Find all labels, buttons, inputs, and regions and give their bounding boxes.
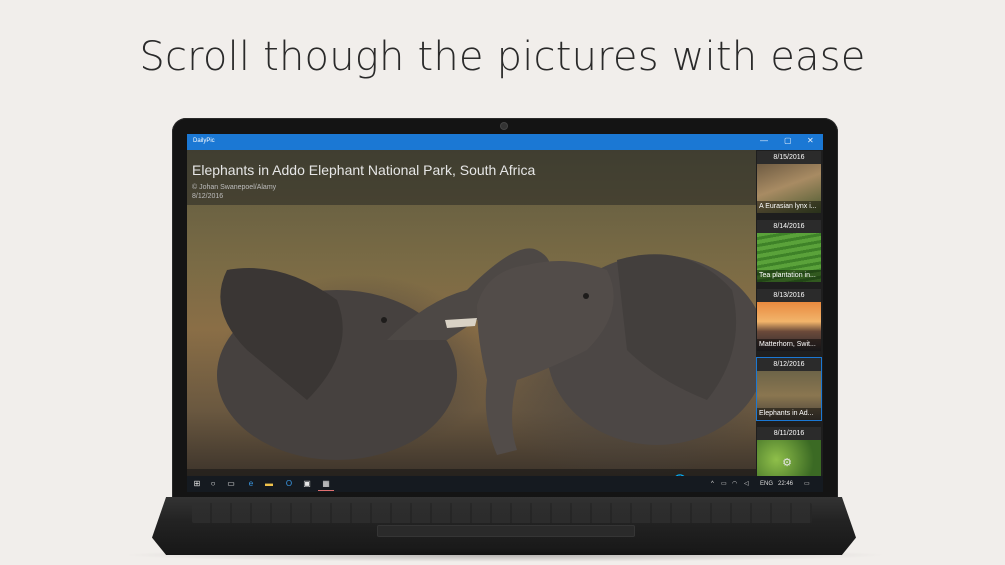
battery-icon[interactable]: ▭ — [721, 478, 727, 490]
history-item-selected[interactable]: 8/12/2016 Elephants in Ad... — [756, 357, 822, 421]
history-item[interactable]: 8/15/2016 A Eurasian lynx i... — [757, 151, 821, 213]
keyboard — [192, 503, 812, 523]
history-caption: Matterhorn, Swit... — [757, 339, 821, 351]
history-strip: 8/15/2016 A Eurasian lynx i... 8/14/2016… — [756, 150, 823, 489]
app-titlebar: DailyPic — ▢ ✕ — [187, 134, 823, 150]
history-item[interactable]: 8/13/2016 Matterhorn, Swit... — [757, 289, 821, 351]
history-caption: A Eurasian lynx i... — [757, 201, 821, 213]
history-caption: Elephants in Ad... — [757, 408, 821, 420]
dailypic-taskbar-icon[interactable]: ▦ — [318, 478, 334, 491]
cortana-icon[interactable]: ○ — [207, 478, 219, 490]
main-photo[interactable]: Elephants in Addo Elephant National Park… — [187, 150, 756, 492]
notification-icon[interactable]: ▭ — [804, 478, 810, 490]
photo-caption: Elephants in Addo Elephant National Park… — [187, 150, 756, 205]
history-caption: Tea plantation in... — [757, 270, 821, 282]
history-date: 8/12/2016 — [757, 358, 821, 371]
trackpad — [377, 525, 635, 537]
photo-date: 8/12/2016 — [192, 193, 224, 200]
screen: DailyPic — ▢ ✕ Elephants in Addo Elephan… — [187, 134, 823, 492]
windows-taskbar: ⊞ ○ ▭ e ▬ O ▣ ▦ ^ ▭ ◠ ◁ ENG 22:46 ▭ — [187, 476, 823, 492]
task-view-icon[interactable]: ▭ — [225, 478, 237, 490]
photo-credit: © Johan Swanepoel/Alamy — [192, 184, 277, 191]
history-date: 8/13/2016 — [757, 289, 821, 302]
language-indicator[interactable]: ENG — [760, 478, 773, 490]
file-explorer-icon[interactable]: ▬ — [263, 478, 275, 490]
volume-icon[interactable]: ◁ — [744, 478, 749, 490]
headline: Scroll though the pictures with ease — [139, 34, 866, 80]
wifi-icon[interactable]: ◠ — [732, 478, 737, 490]
history-date: 8/14/2016 — [757, 220, 821, 233]
tray-chevron-icon[interactable]: ^ — [711, 478, 714, 490]
outlook-icon[interactable]: O — [283, 478, 295, 490]
history-item[interactable]: 8/14/2016 Tea plantation in... — [757, 220, 821, 282]
maximize-button[interactable]: ▢ — [784, 136, 792, 146]
app-title: DailyPic — [193, 138, 215, 144]
webcam — [501, 123, 507, 129]
store-icon[interactable]: ▣ — [301, 478, 313, 490]
laptop-base — [152, 497, 856, 555]
laptop-lid: DailyPic — ▢ ✕ Elephants in Addo Elephan… — [172, 118, 838, 498]
edge-icon[interactable]: e — [245, 478, 257, 490]
close-button[interactable]: ✕ — [807, 136, 814, 146]
gear-icon[interactable]: ⚙ — [778, 454, 796, 472]
history-date: 8/15/2016 — [757, 151, 821, 164]
start-icon[interactable]: ⊞ — [191, 478, 203, 490]
history-date: 8/11/2016 — [757, 427, 821, 440]
minimize-button[interactable]: — — [760, 136, 768, 146]
clock[interactable]: 22:46 — [778, 478, 793, 490]
photo-title: Elephants in Addo Elephant National Park… — [192, 162, 536, 178]
laptop-shadow — [120, 548, 890, 562]
